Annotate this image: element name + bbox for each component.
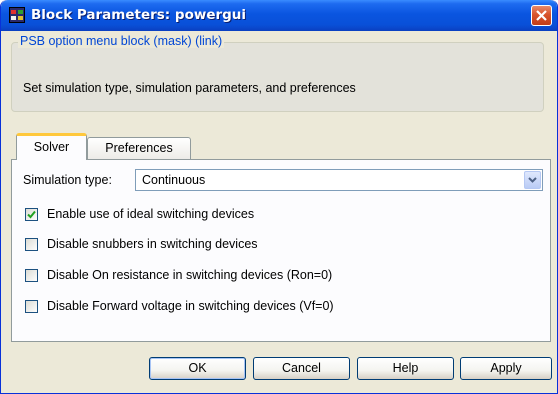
simulation-type-value: Continuous [142, 173, 206, 187]
chevron-down-icon [528, 177, 537, 183]
block-parameters-dialog: Block Parameters: powergui PSB option me… [0, 0, 558, 394]
checkbox-label: Enable use of ideal switching devices [47, 207, 255, 221]
description-group: PSB option menu block (mask) (link) Set … [11, 34, 544, 112]
checkmark-icon [27, 210, 36, 219]
simulink-block-icon [9, 7, 25, 23]
ok-button[interactable]: OK [149, 357, 246, 380]
group-legend: PSB option menu block (mask) (link) [18, 34, 225, 48]
simulation-type-label: Simulation type: [23, 173, 112, 187]
simulation-type-dropdown[interactable]: Continuous [135, 169, 543, 191]
apply-button[interactable]: Apply [460, 357, 552, 380]
help-button[interactable]: Help [357, 357, 454, 380]
checkbox-label: Disable snubbers in switching devices [47, 237, 258, 251]
dropdown-arrow-button[interactable] [524, 171, 541, 189]
group-description: Set simulation type, simulation paramete… [23, 81, 356, 95]
close-button[interactable] [531, 5, 552, 26]
close-icon [536, 10, 547, 21]
tab-preferences[interactable]: Preferences [87, 137, 191, 160]
checkbox-label: Disable Forward voltage in switching dev… [47, 299, 334, 313]
checkbox-label: Disable On resistance in switching devic… [47, 268, 333, 282]
disable-on-resistance-checkbox[interactable] [25, 269, 38, 282]
cancel-button[interactable]: Cancel [253, 357, 350, 380]
tab-solver[interactable]: Solver [16, 133, 87, 160]
disable-forward-voltage-checkbox[interactable] [25, 300, 38, 313]
window-title: Block Parameters: powergui [31, 7, 247, 23]
ideal-switching-checkbox[interactable] [25, 208, 38, 221]
title-bar[interactable]: Block Parameters: powergui [1, 0, 557, 31]
disable-snubbers-checkbox[interactable] [25, 238, 38, 251]
